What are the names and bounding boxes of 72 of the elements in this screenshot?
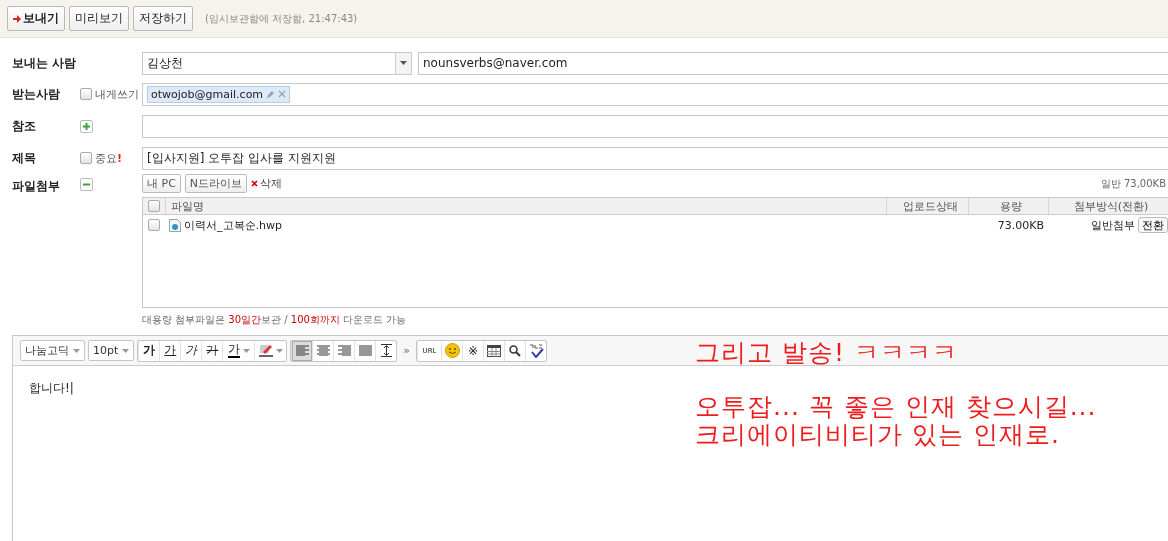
italic-button[interactable]: 가 xyxy=(180,340,202,361)
checkbox[interactable] xyxy=(80,88,92,100)
attach-source-button[interactable]: 내 PC xyxy=(142,174,181,193)
send-button[interactable]: 보내기 xyxy=(7,6,65,31)
subject-field[interactable]: [입사지원] 오투잡 입사를 지원지원 xyxy=(142,146,1168,170)
attach-method: 일반첨부 xyxy=(1091,217,1135,233)
annotation-text: 그리고 발송! ㅋㅋㅋㅋ xyxy=(695,339,959,367)
attach-source-button[interactable]: N드라이브 xyxy=(184,174,248,193)
document-icon xyxy=(169,218,181,232)
file-size: 73.00KB xyxy=(996,218,1045,232)
spell-check-icon xyxy=(528,343,544,358)
bold-button[interactable]: 가 xyxy=(138,340,160,361)
column-header: 업로드상태 xyxy=(886,198,968,214)
font-color-button[interactable]: 가 xyxy=(222,340,255,361)
font-select[interactable]: 나눔고딕 xyxy=(20,340,85,361)
caret-icon xyxy=(73,348,80,353)
column-header: 용량 xyxy=(968,198,1048,214)
table-icon xyxy=(487,344,502,357)
checkbox-label: 내게쓰기 xyxy=(95,86,139,102)
underline-button[interactable]: 가 xyxy=(159,340,181,361)
field-label: 참조 xyxy=(12,117,37,135)
field-label: 보내는 사람 xyxy=(12,54,78,72)
checkbox[interactable] xyxy=(148,219,160,231)
recipient-chip[interactable]: otwojob@gmail.com xyxy=(147,85,291,103)
caret-icon xyxy=(275,348,283,353)
checkbox[interactable] xyxy=(80,152,92,164)
close-icon xyxy=(278,90,287,98)
save-status: (임시보관함에 저장함, 21:47:43) xyxy=(205,11,358,26)
caret-icon xyxy=(122,348,130,353)
align-right-icon xyxy=(337,345,351,356)
message-body[interactable]: 합니다!| xyxy=(29,380,74,397)
arrow-icon xyxy=(13,14,21,23)
plus-icon xyxy=(83,122,90,130)
field-label: 받는사람 xyxy=(12,85,61,103)
attachment-note: 대용량 첨부파일은 30일간보관 / 100회까지 다운로드 가능 xyxy=(142,313,407,327)
justify-icon xyxy=(358,345,372,356)
close-icon xyxy=(251,180,259,187)
field-label: 파일첨부 xyxy=(12,178,61,195)
expand-button[interactable] xyxy=(80,119,93,133)
attachment-summary: 일반 73,00KB xyxy=(1100,176,1167,191)
font-size-select[interactable]: 10pt xyxy=(88,340,135,361)
strikethrough-button[interactable]: 가 xyxy=(201,340,223,361)
minus-icon xyxy=(83,181,90,188)
column-header: 파일명 xyxy=(165,198,886,214)
toolbar-button[interactable]: 저장하기 xyxy=(133,6,193,31)
align-left-button[interactable] xyxy=(291,340,313,361)
field-label: 제목 xyxy=(12,149,37,167)
highlighter-icon xyxy=(258,344,273,357)
pencil-icon xyxy=(266,89,276,99)
delete-button[interactable]: 삭제 xyxy=(251,176,283,191)
symbol-button[interactable]: ※ xyxy=(462,340,484,361)
toolbar-button[interactable]: 미리보기 xyxy=(69,6,129,31)
sender-name-select[interactable]: 김상천 xyxy=(142,51,412,75)
align-center-icon xyxy=(316,345,330,356)
cc-field[interactable] xyxy=(142,114,1168,138)
column-header: 첨부방식(전환) xyxy=(1048,198,1168,214)
collapse-button[interactable] xyxy=(80,178,93,191)
more-button[interactable]: » xyxy=(400,344,414,357)
sender-address-field[interactable]: nounsverbs@naver.com xyxy=(418,51,1168,75)
recipient-field[interactable]: otwojob@gmail.com xyxy=(142,82,1168,106)
spell-check-button[interactable] xyxy=(525,340,547,361)
annotation-text: 오투잡... 꼭 좋은 인재 찾으시길... 크리에이티비티가 있는 인재로. xyxy=(695,393,1097,449)
line-height-icon xyxy=(380,344,392,357)
file-name: 이력서_고복순.hwp xyxy=(165,217,886,233)
switch-button[interactable]: 전환 xyxy=(1138,217,1168,233)
search-icon xyxy=(509,344,522,357)
align-left-icon xyxy=(295,345,309,356)
emoticon-button[interactable] xyxy=(441,340,463,361)
checkbox-label: 중요! xyxy=(95,150,123,166)
smiley-icon xyxy=(444,343,460,358)
caret-icon xyxy=(242,348,250,353)
checkbox[interactable] xyxy=(148,200,160,212)
